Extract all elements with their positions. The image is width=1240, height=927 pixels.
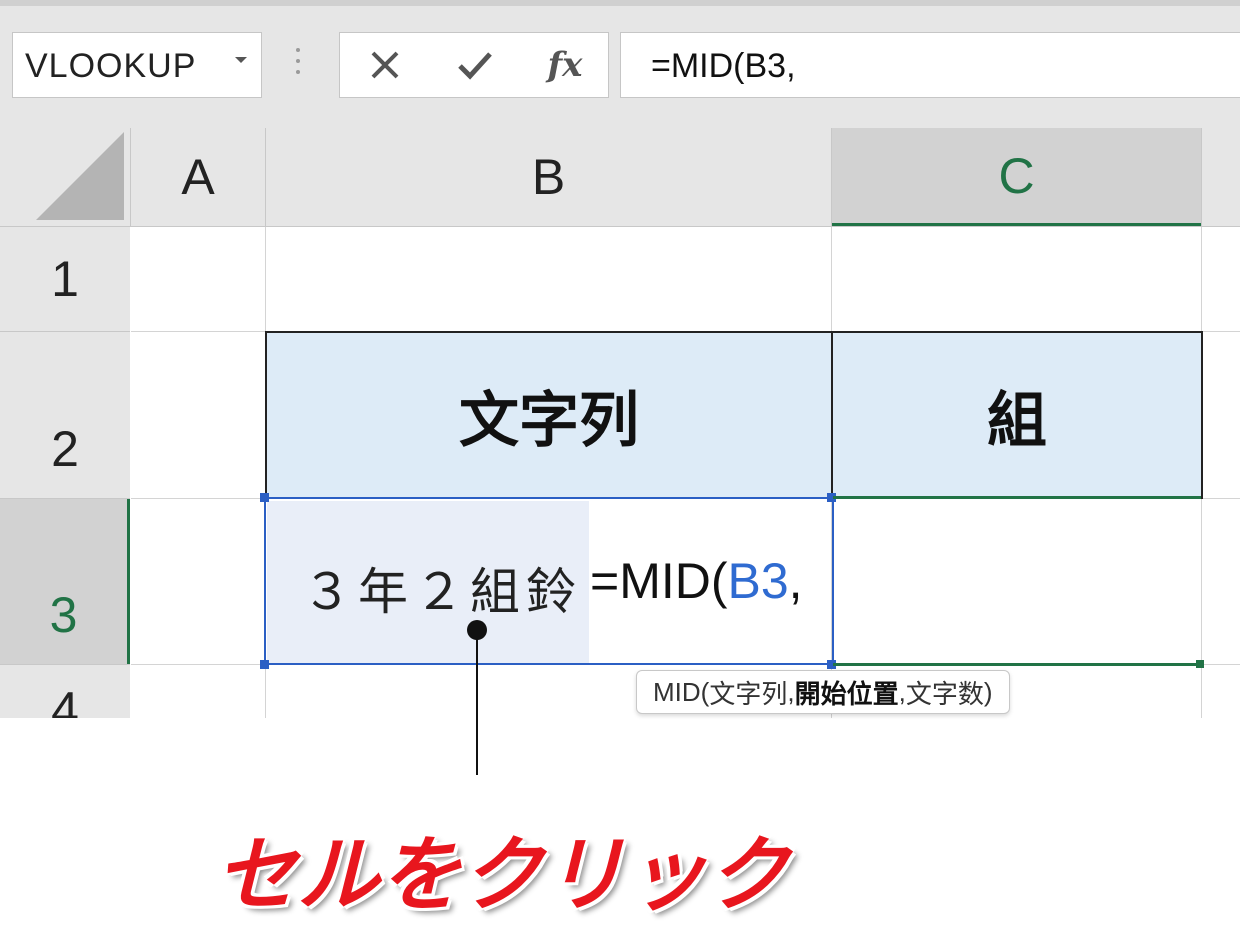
column-header-c[interactable]: C — [832, 128, 1201, 226]
row-divider — [0, 331, 130, 332]
row-divider — [0, 664, 130, 665]
column-header-d[interactable] — [1202, 128, 1240, 226]
formula-buttons: fx — [339, 32, 609, 98]
cell-b3-reference-border[interactable] — [264, 497, 834, 665]
row-divider — [0, 498, 130, 499]
x-icon — [371, 51, 399, 79]
cancel-button[interactable] — [340, 33, 430, 97]
select-all-corner[interactable] — [0, 128, 130, 226]
fill-handle[interactable] — [1196, 660, 1204, 668]
cell-c2[interactable]: 組 — [831, 331, 1203, 499]
header-divider — [130, 128, 131, 226]
callout-label: セルをクリック — [215, 830, 789, 921]
column-header-a[interactable]: A — [131, 128, 265, 226]
active-cell-c3-border — [833, 663, 1201, 666]
name-box-value: VLOOKUP — [25, 47, 197, 85]
tooltip-arg1[interactable]: 文字列 — [709, 674, 787, 711]
header-divider — [0, 226, 1240, 227]
row-header-3[interactable]: 3 — [0, 499, 130, 664]
top-border — [0, 0, 1240, 6]
check-icon — [458, 52, 492, 80]
column-header-b[interactable]: B — [266, 128, 831, 226]
row-header-1[interactable]: 1 — [0, 227, 130, 331]
spreadsheet-grid: A B C 1 2 3 4 文字列 組 ３年２組鈴 =MID(B3, — [0, 128, 1240, 718]
name-box[interactable]: VLOOKUP — [12, 32, 262, 98]
select-all-triangle-icon — [36, 132, 124, 220]
header-divider — [265, 128, 266, 226]
tooltip-arg3[interactable]: 文字数 — [906, 674, 984, 711]
insert-function-button[interactable]: fx — [520, 33, 610, 97]
header-divider — [1201, 128, 1202, 226]
selection-handle[interactable] — [260, 660, 269, 669]
row-header-2[interactable]: 2 — [0, 332, 130, 498]
tooltip-close: ) — [983, 676, 993, 707]
formula-bar-input[interactable]: =MID(B3, — [620, 32, 1240, 98]
row-header-4[interactable]: 4 — [0, 665, 130, 718]
tooltip-function[interactable]: MID( — [653, 677, 709, 708]
fx-icon: fx — [547, 45, 583, 85]
tooltip-arg2-current[interactable]: 開始位置 — [795, 674, 899, 711]
selection-handle[interactable] — [260, 493, 269, 502]
formula-text: =MID(B3, — [651, 47, 796, 85]
enter-button[interactable] — [430, 33, 520, 97]
active-cell-c3-border — [833, 496, 1201, 499]
chevron-down-icon[interactable] — [235, 57, 247, 63]
header-divider — [831, 128, 832, 226]
drag-handle-icon[interactable] — [295, 48, 301, 80]
callout-line — [476, 630, 478, 775]
function-tooltip: MID(文字列, 開始位置, 文字数) — [636, 670, 1010, 714]
tooltip-sep: , — [898, 676, 906, 707]
tooltip-sep: , — [787, 676, 795, 707]
cell-b2[interactable]: 文字列 — [265, 331, 833, 499]
